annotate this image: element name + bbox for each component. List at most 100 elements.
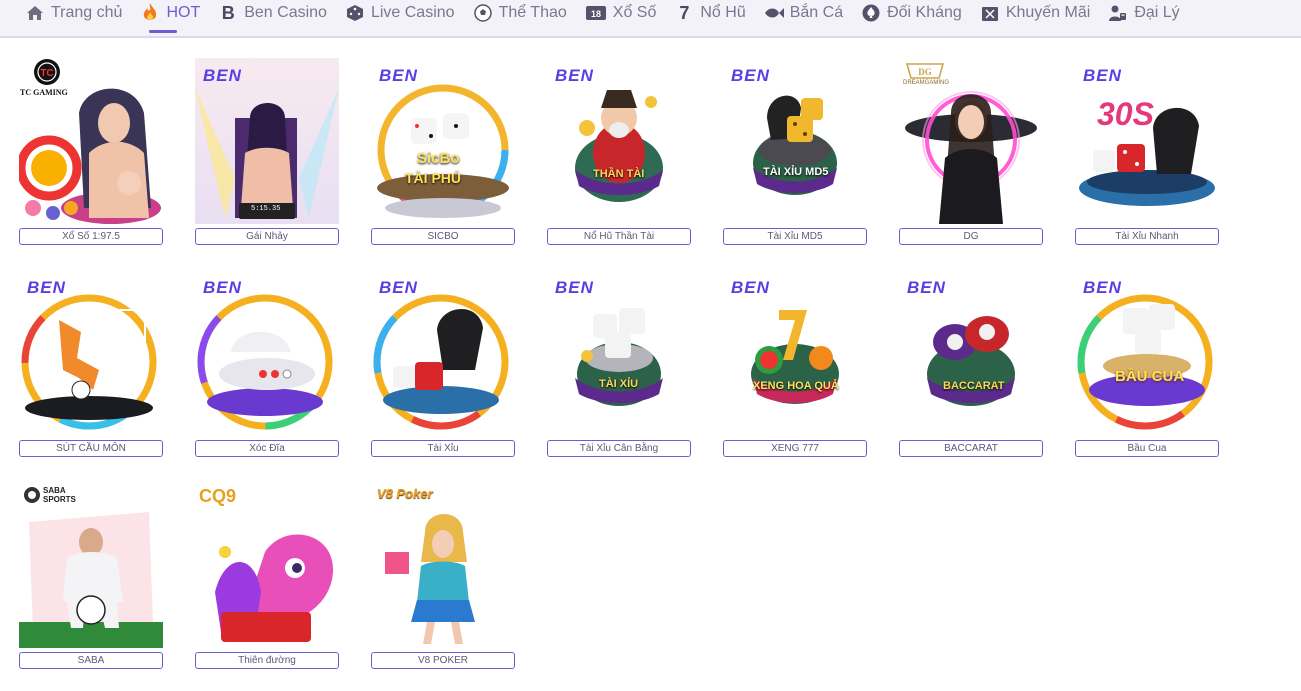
game-label[interactable]: Tài Xỉu MD5 xyxy=(723,228,867,245)
nav-xo-so[interactable]: 18 Xổ Số xyxy=(576,0,666,26)
game-art-title: SicBo xyxy=(417,150,460,167)
ben-logo: BEN xyxy=(27,278,66,297)
machine-screen: 5:15.35 xyxy=(251,205,281,213)
nav-ben-casino[interactable]: B Ben Casino xyxy=(209,0,336,26)
tc-gaming-logo-icon: TC xyxy=(34,59,60,85)
game-label[interactable]: SÚT CẦU MÔN xyxy=(19,440,163,457)
soccer-ball-icon xyxy=(473,3,493,23)
game-thumbnail: BEN BẦU CUA xyxy=(1075,270,1219,436)
ben-logo: BEN xyxy=(907,278,946,297)
game-card-tai-xiu[interactable]: BEN Tài Xỉu xyxy=(371,270,515,459)
nav-ban-ca[interactable]: Bắn Cá xyxy=(755,0,852,26)
game-label[interactable]: V8 POKER xyxy=(371,652,515,669)
game-thumbnail: BEN TÀI XỈU MD5 xyxy=(723,58,867,224)
game-card-xo-so[interactable]: TC TC GAMING Xổ Số 1:97.5 xyxy=(19,58,163,247)
game-art-title: TÀI XỈU MD5 xyxy=(763,166,829,178)
game-thumbnail: V8 Poker xyxy=(371,482,515,648)
game-card-sicbo[interactable]: BEN SicBo TÀI PHÚ SICBO xyxy=(371,58,515,247)
nav-label: Đối Kháng xyxy=(887,4,962,21)
nav-the-thao[interactable]: Thể Thao xyxy=(464,0,576,26)
game-thumbnail: BEN TÀI XỈU xyxy=(547,270,691,436)
gift-icon xyxy=(980,3,1000,23)
game-label[interactable]: Tài Xỉu Cân Bằng xyxy=(547,440,691,457)
game-card-v8-poker[interactable]: V8 Poker V8 POKER xyxy=(371,482,515,671)
nav-hot[interactable]: HOT xyxy=(131,0,209,33)
game-thumbnail: SABA SPORTS xyxy=(19,482,163,648)
ben-logo: BEN xyxy=(379,66,418,85)
game-thumbnail: BEN SicBo TÀI PHÚ xyxy=(371,58,515,224)
game-label[interactable]: BACCARAT xyxy=(899,440,1043,457)
game-thumbnail: BEN 5:15.35 xyxy=(195,58,339,224)
spade-icon xyxy=(861,3,881,23)
game-label[interactable]: Thiên đường xyxy=(195,652,339,669)
nav-dai-ly[interactable]: Đại Lý xyxy=(1099,0,1188,26)
ben-logo: BEN xyxy=(1083,66,1122,85)
nav-trang-chu[interactable]: Trang chủ xyxy=(16,0,131,26)
game-card-xeng-777[interactable]: BEN XENG HOA QUẢ XENG 777 xyxy=(723,270,867,459)
svg-text:DG: DG xyxy=(918,67,932,77)
ben-logo: BEN xyxy=(203,278,242,297)
nav-live-casino[interactable]: Live Casino xyxy=(336,0,464,26)
nav-doi-khang[interactable]: Đối Kháng xyxy=(852,0,971,26)
saba-logo-icon xyxy=(24,487,40,503)
nav-label: Trang chủ xyxy=(51,4,123,21)
home-icon xyxy=(25,3,45,23)
game-thumbnail: BEN xyxy=(19,270,163,436)
game-card-sut-cau-mon[interactable]: BEN SÚT CẦU MÔN xyxy=(19,270,163,459)
nav-label: Đại Lý xyxy=(1134,4,1180,21)
game-label[interactable]: Tài Xỉu Nhanh xyxy=(1075,228,1219,245)
game-card-gai-nhay[interactable]: BEN 5:15.35 Gái Nhảy xyxy=(195,58,339,247)
nav-label: Thể Thao xyxy=(498,4,567,21)
game-label[interactable]: Nổ Hũ Thần Tài xyxy=(547,228,691,245)
nav-label: Bắn Cá xyxy=(789,4,844,21)
game-card-xoc-dia[interactable]: BEN Xóc Đĩa xyxy=(195,270,339,459)
game-art-title: XENG HOA QUẢ xyxy=(753,380,839,392)
lottery-icon: 18 xyxy=(585,3,607,23)
ben-logo: BEN xyxy=(379,278,418,297)
provider-logo: SABA SPORTS xyxy=(43,486,76,504)
svg-text:TC: TC xyxy=(40,68,53,79)
nav-no-hu[interactable]: 7 Nổ Hũ xyxy=(665,0,754,26)
game-art-title: TÀI XỈU xyxy=(599,378,639,390)
game-label[interactable]: Tài Xỉu xyxy=(371,440,515,457)
game-label[interactable]: Xổ Số 1:97.5 xyxy=(19,228,163,245)
game-thumbnail: BEN xyxy=(371,270,515,436)
game-label[interactable]: Gái Nhảy xyxy=(195,228,339,245)
fish-icon xyxy=(764,3,784,23)
game-art-title: 30S xyxy=(1097,96,1154,132)
game-art-title: BẦU CUA xyxy=(1115,368,1185,385)
provider-logo: DREAMGAMING xyxy=(903,80,950,86)
provider-logo: CQ9 xyxy=(199,486,237,506)
game-label[interactable]: SABA xyxy=(19,652,163,669)
game-label[interactable]: Xóc Đĩa xyxy=(195,440,339,457)
game-label[interactable]: DG xyxy=(899,228,1043,245)
game-art-title: THẦN TÀI xyxy=(593,168,645,180)
game-card-thien-duong[interactable]: CQ9 Thiên đường xyxy=(195,482,339,671)
game-label[interactable]: Bầu Cua xyxy=(1075,440,1219,457)
game-card-dg[interactable]: DREAMGAMING DG DG xyxy=(899,58,1043,247)
game-card-bau-cua[interactable]: BEN BẦU CUA Bầu Cua xyxy=(1075,270,1219,459)
ben-logo: BEN xyxy=(555,66,594,85)
game-label[interactable]: SICBO xyxy=(371,228,515,245)
game-card-baccarat[interactable]: BEN BACCARAT BACCARAT xyxy=(899,270,1043,459)
nav-khuyen-mai[interactable]: Khuyến Mãi xyxy=(971,0,1100,26)
game-card-tai-xiu-nhanh[interactable]: BEN 30S Tài Xỉu Nhanh xyxy=(1075,58,1219,247)
game-card-saba[interactable]: SABA SPORTS SABA xyxy=(19,482,163,671)
nav-label: Khuyến Mãi xyxy=(1005,4,1091,21)
game-card-no-hu-than-tai[interactable]: BEN THẦN TÀI Nổ Hũ Thần Tài xyxy=(547,58,691,247)
game-card-tai-xiu-md5[interactable]: BEN TÀI XỈU MD5 Tài Xỉu MD5 xyxy=(723,58,867,247)
ben-logo: BEN xyxy=(1083,278,1122,297)
ben-logo: BEN xyxy=(731,278,770,297)
game-card-tai-xiu-can-bang[interactable]: BEN TÀI XỈU Tài Xỉu Cân Bằng xyxy=(547,270,691,459)
dreamgaming-logo-icon: DG xyxy=(906,63,944,79)
provider-logo: V8 Poker xyxy=(377,486,433,501)
game-thumbnail: BEN THẦN TÀI xyxy=(547,58,691,224)
game-thumbnail: BEN BACCARAT xyxy=(899,270,1043,436)
provider-logo: TC GAMING xyxy=(20,88,68,97)
fire-icon xyxy=(140,3,160,23)
game-thumbnail: DREAMGAMING DG xyxy=(899,58,1043,224)
game-art-title: BACCARAT xyxy=(943,380,1005,392)
nav-label: Live Casino xyxy=(370,4,455,21)
game-label[interactable]: XENG 777 xyxy=(723,440,867,457)
game-thumbnail: BEN xyxy=(195,270,339,436)
